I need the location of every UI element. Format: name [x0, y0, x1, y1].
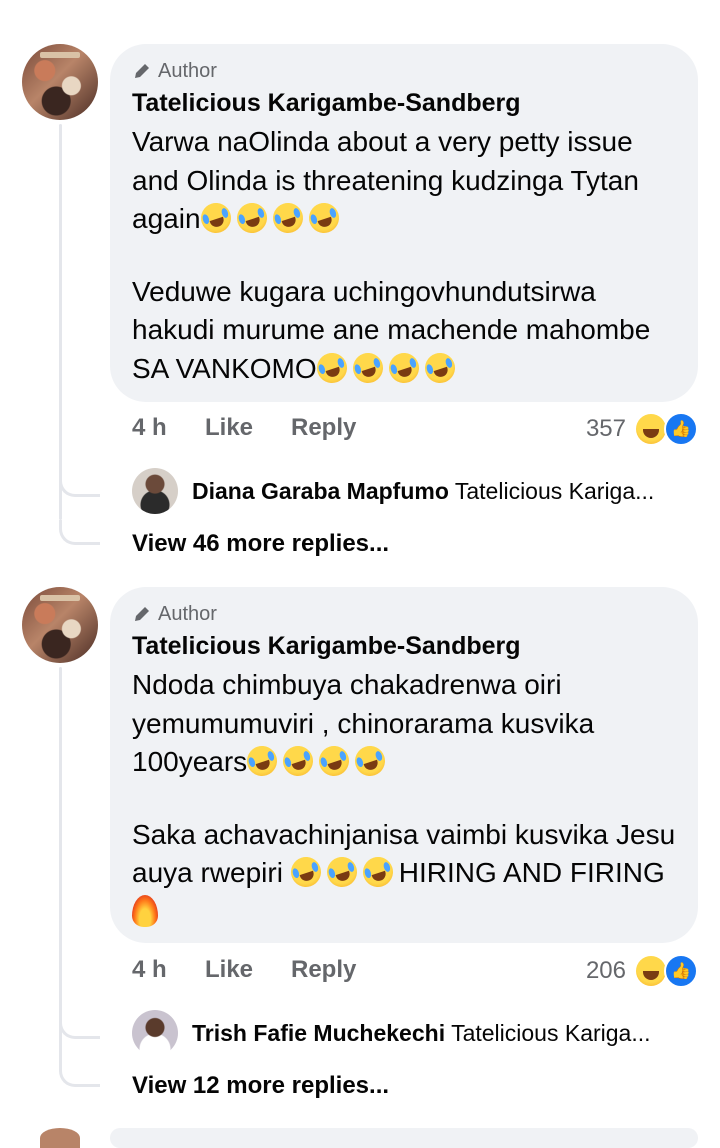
reply-button[interactable]: Reply [291, 414, 356, 442]
laugh-emoji [315, 742, 354, 780]
laugh-emoji [420, 348, 459, 387]
fire-emoji [132, 894, 158, 927]
avatar[interactable] [22, 44, 98, 120]
like-reaction-icon: 👍 [664, 412, 698, 446]
view-more-replies[interactable]: View 12 more replies... [132, 1072, 389, 1100]
laugh-emoji [279, 742, 318, 780]
reactions-summary[interactable]: 357 👍 [586, 412, 698, 446]
reactions-summary[interactable]: 206 👍 [586, 954, 698, 988]
reply-snippet: Tatelicious Kariga... [454, 477, 655, 504]
like-button[interactable]: Like [205, 956, 291, 984]
avatar[interactable] [132, 1010, 178, 1056]
avatar[interactable] [22, 587, 98, 663]
laugh-emoji [322, 853, 361, 891]
like-button[interactable]: Like [205, 414, 291, 442]
thread-branch [59, 474, 100, 497]
thread-branch [59, 1016, 100, 1039]
comment-text: Saka achavachinjanisa vaimbi kusvika Jes… [132, 816, 676, 932]
haha-reaction-icon [636, 956, 666, 986]
laugh-emoji [358, 853, 397, 891]
laugh-emoji [304, 199, 343, 237]
avatar[interactable] [132, 468, 178, 514]
comment-time[interactable]: 4 h [132, 956, 205, 984]
reply-button[interactable]: Reply [291, 956, 356, 984]
reply-snippet: Tatelicious Kariga... [451, 1019, 651, 1046]
laugh-emoji [232, 199, 271, 237]
reply-preview[interactable]: Trish Fafie Muchekechi Tatelicious Karig… [132, 1010, 651, 1056]
comment-text: Ndoda chimbuya chakadrenwa oiri yemumumu… [132, 666, 676, 782]
comment-text: Varwa naOlinda about a very petty issue … [132, 123, 676, 239]
reply-author-name[interactable]: Trish Fafie Muchekechi [192, 1020, 445, 1046]
view-more-replies[interactable]: View 46 more replies... [132, 530, 389, 558]
thread-line [59, 667, 62, 1063]
reply-author-name[interactable]: Diana Garaba Mapfumo [192, 478, 449, 504]
thread-line [59, 124, 62, 520]
laugh-emoji [348, 348, 387, 387]
haha-reaction-icon [636, 414, 666, 444]
laugh-emoji [286, 853, 325, 891]
comment-actions: 4 h Like Reply [132, 414, 356, 442]
laugh-emoji [268, 199, 307, 237]
thread-branch [59, 520, 100, 545]
comment-bubble: Author Tatelicious Karigambe-Sandberg Nd… [110, 587, 698, 943]
pencil-icon [135, 607, 149, 621]
comment-text: Veduwe kugara uchingovhundutsirwa hakudi… [132, 273, 676, 389]
author-badge-label: Author [158, 602, 217, 625]
laugh-emoji [312, 348, 351, 387]
reaction-count: 206 [585, 957, 626, 984]
reaction-count: 357 [585, 415, 626, 442]
avatar[interactable] [40, 1128, 80, 1148]
reply-preview[interactable]: Diana Garaba Mapfumo Tatelicious Kariga.… [132, 468, 654, 514]
laugh-emoji [243, 742, 282, 780]
comment-text-p2b: HIRING AND FIRING [398, 857, 665, 888]
commenter-name[interactable]: Tatelicious Karigambe-Sandberg [132, 631, 676, 662]
commenter-name[interactable]: Tatelicious Karigambe-Sandberg [132, 88, 676, 119]
comment-actions: 4 h Like Reply [132, 956, 356, 984]
thread-branch [59, 1062, 100, 1087]
laugh-emoji [196, 199, 235, 237]
comment-bubble [110, 1128, 698, 1148]
laugh-emoji [351, 742, 390, 780]
pencil-icon [135, 64, 149, 78]
like-reaction-icon: 👍 [664, 954, 698, 988]
author-badge: Author [132, 601, 676, 627]
author-badge-label: Author [158, 59, 217, 82]
author-badge: Author [132, 58, 676, 84]
comment-bubble: Author Tatelicious Karigambe-Sandberg Va… [110, 44, 698, 402]
comment-time[interactable]: 4 h [132, 414, 205, 442]
laugh-emoji [384, 348, 423, 387]
